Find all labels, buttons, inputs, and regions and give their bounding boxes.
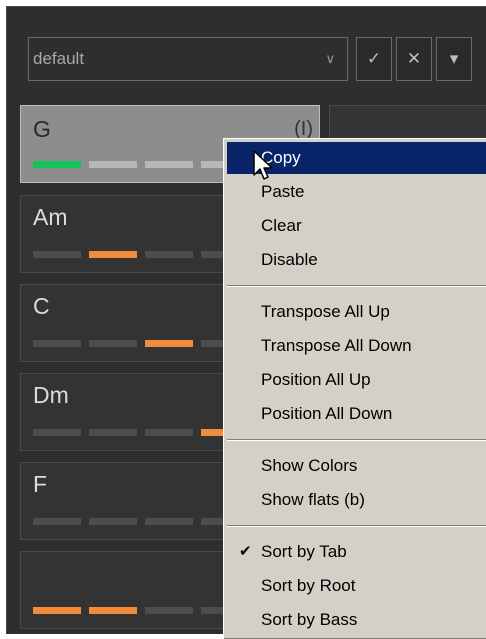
menu-separator: [227, 285, 486, 287]
menu-item-sort-by-tab[interactable]: ✔ Sort by Tab: [227, 536, 486, 568]
position-bar: [33, 161, 81, 168]
menu-item-label: Position All Down: [261, 404, 393, 423]
position-bar: [33, 429, 81, 436]
menu-item-show-flats[interactable]: Show flats (b): [227, 484, 486, 516]
position-bar: [89, 607, 137, 614]
menu-item-label: Sort by Tab: [261, 542, 347, 561]
menu-item-clear[interactable]: Clear: [227, 210, 486, 242]
menu-item-sort-by-root[interactable]: Sort by Root: [227, 570, 486, 602]
position-bar: [145, 607, 193, 614]
menu-item-transpose-all-down[interactable]: Transpose All Down: [227, 330, 486, 362]
menu-item-label: Show Colors: [261, 456, 358, 475]
checkmark-icon: ✔: [239, 543, 252, 560]
context-menu: Copy Paste Clear Disable Transpose All U…: [223, 138, 486, 639]
menu-separator: [227, 525, 486, 527]
menu-item-label: Sort by Root: [261, 576, 356, 595]
chord-name: F: [33, 471, 48, 497]
menu-item-label: Clear: [261, 216, 302, 235]
preset-value: default: [33, 49, 85, 68]
position-bar: [89, 518, 137, 525]
chord-name: G: [33, 116, 51, 142]
position-bar: [33, 251, 81, 258]
position-bar: [33, 340, 81, 347]
check-icon: ✓: [366, 49, 382, 68]
close-icon: ✕: [406, 49, 422, 68]
position-bar: [89, 161, 137, 168]
position-bar: [33, 607, 81, 614]
menu-item-transpose-all-up[interactable]: Transpose All Up: [227, 296, 486, 328]
chord-name: Am: [33, 204, 68, 230]
mouse-pointer-icon: [253, 150, 273, 180]
position-bar: [33, 518, 81, 525]
menu-item-disable[interactable]: Disable: [227, 244, 486, 276]
position-bar: [145, 518, 193, 525]
accept-button[interactable]: ✓: [356, 37, 392, 81]
position-bar: [145, 251, 193, 258]
chord-name: Dm: [33, 382, 69, 408]
menu-item-label: Sort by Bass: [261, 610, 358, 629]
menu-separator: [227, 439, 486, 441]
menu-item-label: Transpose All Up: [261, 302, 390, 321]
position-bar: [145, 161, 193, 168]
menu-item-position-all-up[interactable]: Position All Up: [227, 364, 486, 396]
position-bar: [89, 340, 137, 347]
position-bar: [89, 429, 137, 436]
dropdown-arrow-icon: ▾: [449, 49, 459, 68]
menu-item-label: Transpose All Down: [261, 336, 412, 355]
chord-name: C: [33, 293, 50, 319]
menu-item-sort-by-bass[interactable]: Sort by Bass: [227, 604, 486, 636]
preset-dropdown[interactable]: default ∨: [28, 37, 348, 81]
position-bar: [89, 251, 137, 258]
menu-item-position-all-down[interactable]: Position All Down: [227, 398, 486, 430]
menu-item-show-colors[interactable]: Show Colors: [227, 450, 486, 482]
menu-item-label: Show flats (b): [261, 490, 365, 509]
menu-item-label: Position All Up: [261, 370, 371, 389]
menu-item-label: Disable: [261, 250, 318, 269]
position-bar: [145, 340, 193, 347]
position-bar: [145, 429, 193, 436]
menu-item-label: Paste: [261, 182, 305, 201]
more-button[interactable]: ▾: [436, 37, 472, 81]
cancel-button[interactable]: ✕: [396, 37, 432, 81]
chevron-down-icon: ∨: [325, 51, 335, 66]
